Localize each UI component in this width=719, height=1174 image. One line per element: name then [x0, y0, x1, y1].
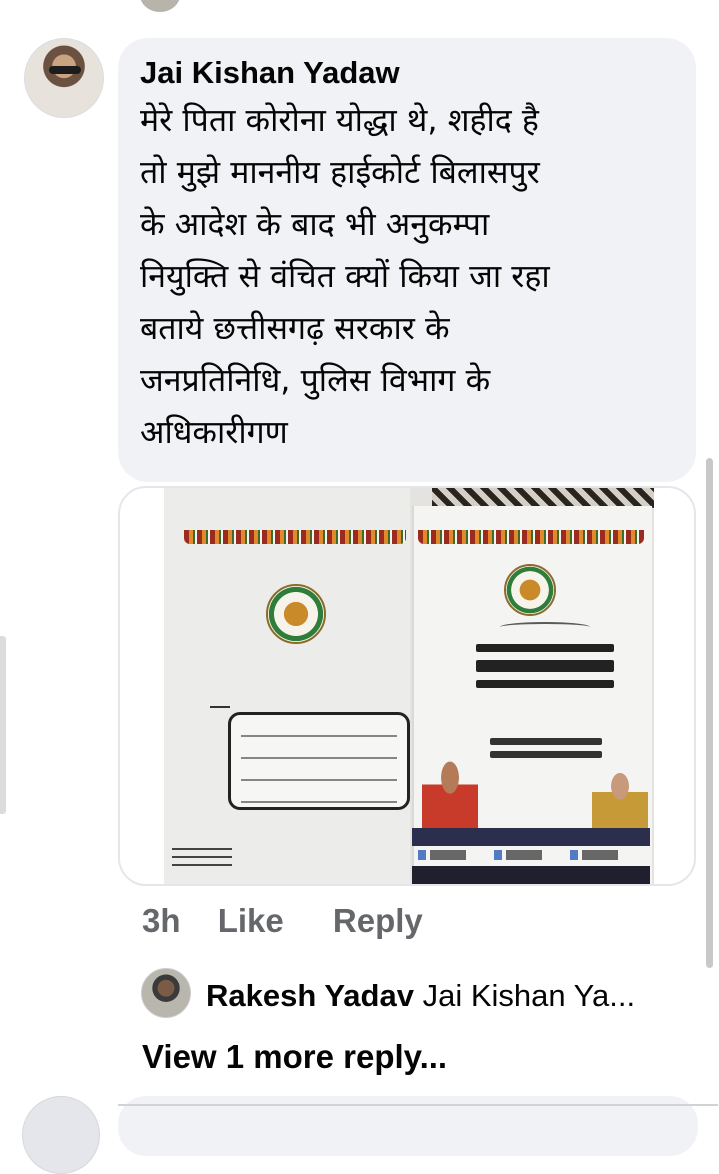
comment-line: अधिकारीगण	[140, 413, 288, 451]
names-caption-bar	[412, 828, 650, 846]
flourish-ornament	[500, 622, 590, 632]
comment-bubble[interactable]: Jai Kishan Yadaw मेरे पिता कोरोना योद्धा…	[118, 38, 696, 482]
comment-author[interactable]: Jai Kishan Yadaw	[140, 54, 676, 92]
toran-decoration-left	[184, 530, 406, 544]
commenter-avatar[interactable]	[24, 38, 104, 118]
comment-photo-attachment[interactable]	[118, 486, 696, 886]
comment-timestamp[interactable]: 3h	[142, 902, 181, 940]
diwali-greeting-heading	[470, 636, 620, 688]
portrait-chief-minister	[422, 758, 478, 828]
fabric-pattern	[432, 488, 654, 508]
reply-snippet: Jai Kishan Ya...	[422, 978, 636, 1013]
comment-line: के आदेश के बाद भी अनुकम्पा	[140, 205, 490, 243]
reply-preview[interactable]: Rakesh Yadav Jai Kishan Ya...	[206, 978, 686, 1014]
state-emblem-right	[504, 564, 556, 616]
prati-label-line	[210, 700, 230, 708]
previous-avatar	[140, 0, 180, 12]
comment-line: मेरे पिता कोरोना योद्धा थे, शहीद है	[140, 101, 539, 139]
comment-line: तो मुझे माननीय हाईकोर्ट बिलासपुर	[140, 153, 540, 191]
envelope-front	[164, 488, 410, 884]
divider	[118, 1104, 718, 1106]
comment-line: जनप्रतिनिधि, पुलिस विभाग के	[140, 361, 491, 399]
view-more-replies-link[interactable]: View 1 more reply...	[142, 1038, 447, 1076]
portrait-home-minister	[592, 770, 648, 828]
comment-line: बताये छत्तीसगढ़ सरकार के	[140, 309, 450, 347]
previous-comment-cut	[0, 0, 719, 14]
sender-signature	[172, 842, 232, 876]
next-comment-avatar	[22, 1096, 100, 1174]
photo-of-diwali-greeting-card[interactable]	[164, 488, 654, 884]
reply-author-avatar[interactable]	[141, 968, 191, 1018]
card-footer-bar	[412, 866, 650, 884]
sacrifice-slogan	[486, 732, 606, 768]
social-handles-row	[418, 850, 644, 860]
like-button[interactable]: Like	[218, 902, 284, 940]
state-emblem-left	[266, 584, 326, 644]
comment-text: मेरे पिता कोरोना योद्धा थे, शहीद है तो म…	[140, 94, 676, 458]
scrollbar[interactable]	[706, 458, 713, 968]
left-edge-handle	[0, 636, 6, 814]
reply-button[interactable]: Reply	[333, 902, 423, 940]
toran-decoration-right	[418, 530, 644, 544]
reply-author[interactable]: Rakesh Yadav	[206, 978, 414, 1013]
comment-actions: 3h Like Reply	[142, 902, 423, 940]
comment-line: नियुक्ति से वंचित क्यों किया जा रहा	[140, 257, 550, 295]
address-box	[228, 712, 410, 810]
sunglasses-shape	[49, 66, 81, 74]
